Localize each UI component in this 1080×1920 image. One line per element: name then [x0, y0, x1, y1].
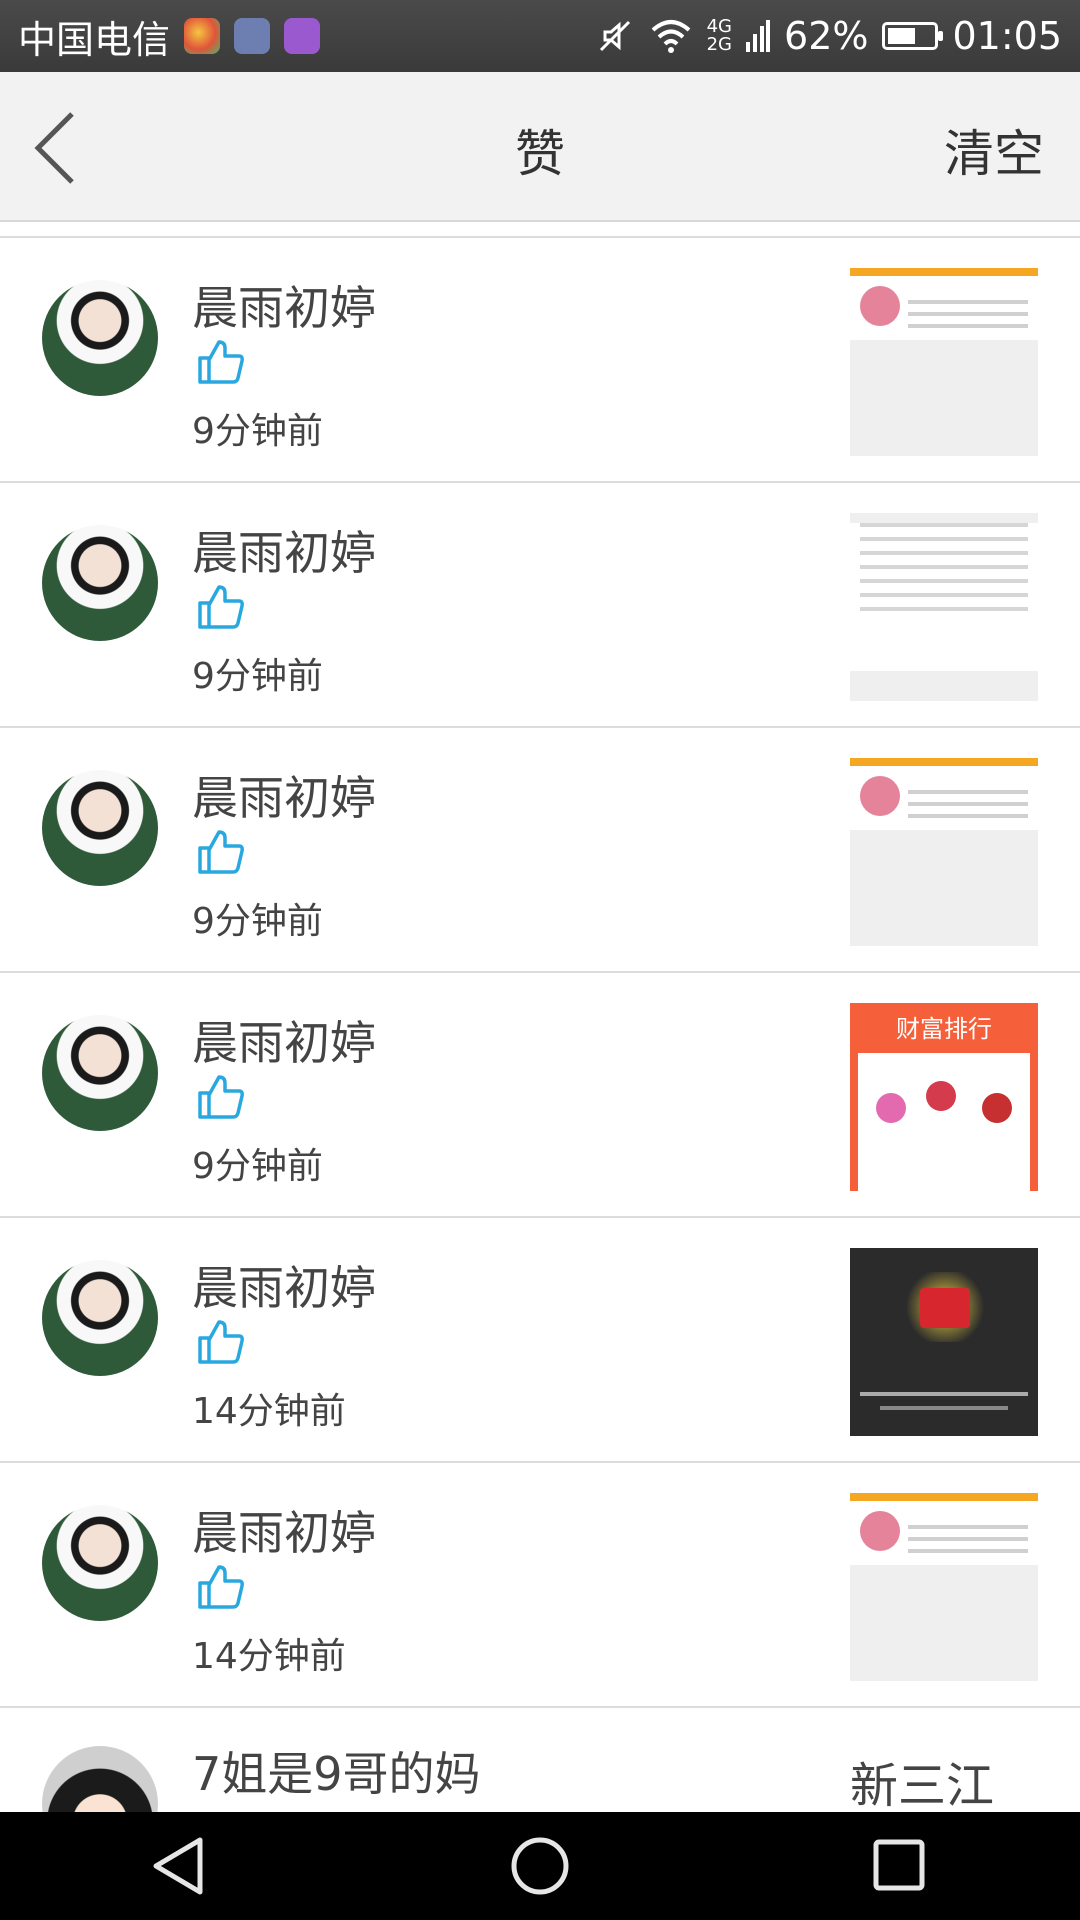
user-name[interactable]: 晨雨初婷	[192, 272, 376, 338]
timestamp: 9分钟前	[192, 901, 323, 942]
status-bar: 中国电信 4G 2G 62% 01:05	[0, 0, 1080, 72]
avatar[interactable]	[42, 525, 158, 641]
timestamp: 9分钟前	[192, 411, 323, 452]
timestamp: 14分钟前	[192, 1636, 346, 1677]
thumbs-up-icon	[198, 1565, 244, 1609]
signal-icon	[746, 20, 771, 52]
list-item[interactable]: 晨雨初婷 9分钟前	[0, 483, 1080, 728]
app-notification-icon	[184, 18, 221, 54]
status-left: 中国电信	[18, 9, 321, 64]
list-item[interactable]: 晨雨初婷 14分钟前	[0, 1463, 1080, 1708]
thumbnail-title: 财富排行	[896, 1015, 992, 1043]
task-card-thumbnail	[850, 268, 1038, 340]
user-name[interactable]: 晨雨初婷	[192, 1007, 376, 1073]
avatar[interactable]	[42, 280, 158, 396]
battery-percent: 62%	[784, 14, 869, 58]
user-name[interactable]: 7姐是9哥的妈	[192, 1738, 481, 1804]
document-thumbnail	[850, 523, 1038, 701]
list-item-partial[interactable]: 7姐是9哥的妈 新三江	[0, 1708, 1080, 1818]
post-thumbnail[interactable]: 财富排行	[850, 1003, 1038, 1191]
post-thumbnail[interactable]	[850, 1248, 1038, 1436]
avatar[interactable]	[42, 770, 158, 886]
post-text-preview[interactable]: 新三江	[850, 1746, 994, 1816]
post-thumbnail[interactable]	[850, 513, 1038, 701]
task-card-thumbnail	[850, 758, 1038, 830]
health-app-icon	[234, 18, 271, 54]
avatar[interactable]	[42, 1015, 158, 1131]
post-thumbnail[interactable]	[850, 1493, 1038, 1681]
battery-fill	[888, 28, 916, 44]
timestamp: 9分钟前	[192, 1146, 323, 1187]
post-thumbnail[interactable]	[850, 758, 1038, 946]
timestamp: 9分钟前	[192, 656, 323, 697]
timestamp: 14分钟前	[192, 1391, 346, 1432]
gallery-app-icon	[284, 18, 321, 54]
user-name[interactable]: 晨雨初婷	[192, 1252, 376, 1318]
thumbs-up-icon	[198, 1075, 244, 1119]
list-item[interactable]: 晨雨初婷 9分钟前	[0, 238, 1080, 483]
mute-icon	[599, 20, 630, 52]
list-item[interactable]: 晨雨初婷 14分钟前	[0, 1218, 1080, 1463]
network-type: 4G 2G	[707, 18, 732, 54]
red-envelope-thumbnail	[850, 1248, 1038, 1436]
user-name[interactable]: 晨雨初婷	[192, 1497, 376, 1563]
list-item[interactable]: 晨雨初婷 9分钟前 财富排行	[0, 973, 1080, 1218]
system-navigation-bar	[0, 1812, 1080, 1920]
task-card-thumbnail	[850, 1493, 1038, 1565]
likes-list: 晨雨初婷 9分钟前 晨雨初婷 9分钟前 晨雨初婷 9分钟前 晨雨初婷 9分钟前 …	[0, 236, 1080, 1818]
thumbs-up-icon	[198, 585, 244, 629]
avatar[interactable]	[42, 1260, 158, 1376]
thumbs-up-icon	[198, 1320, 244, 1364]
triangle-back-icon[interactable]	[140, 1826, 220, 1906]
user-name[interactable]: 晨雨初婷	[192, 762, 376, 828]
post-thumbnail[interactable]	[850, 268, 1038, 456]
square-recents-icon[interactable]	[860, 1826, 940, 1906]
network-bottom-label: 2G	[706, 34, 733, 55]
carrier-label: 中国电信	[18, 17, 171, 62]
wealth-ranking-thumbnail: 财富排行	[850, 1003, 1038, 1191]
avatar[interactable]	[42, 1746, 158, 1818]
page-title: 赞	[515, 125, 565, 183]
thumbs-up-icon	[198, 340, 244, 384]
list-item[interactable]: 晨雨初婷 9分钟前	[0, 728, 1080, 973]
user-name[interactable]: 晨雨初婷	[192, 517, 376, 583]
thumbs-up-icon	[198, 830, 244, 874]
clock: 01:05	[952, 14, 1062, 58]
avatar[interactable]	[42, 1505, 158, 1621]
header-bar: 赞 清空	[0, 72, 1080, 222]
circle-home-icon[interactable]	[500, 1826, 580, 1906]
battery-icon	[882, 22, 944, 50]
clear-button[interactable]: 清空	[944, 114, 1044, 186]
status-right: 4G 2G 62% 01:05	[595, 14, 1062, 58]
wifi-icon	[651, 20, 690, 53]
